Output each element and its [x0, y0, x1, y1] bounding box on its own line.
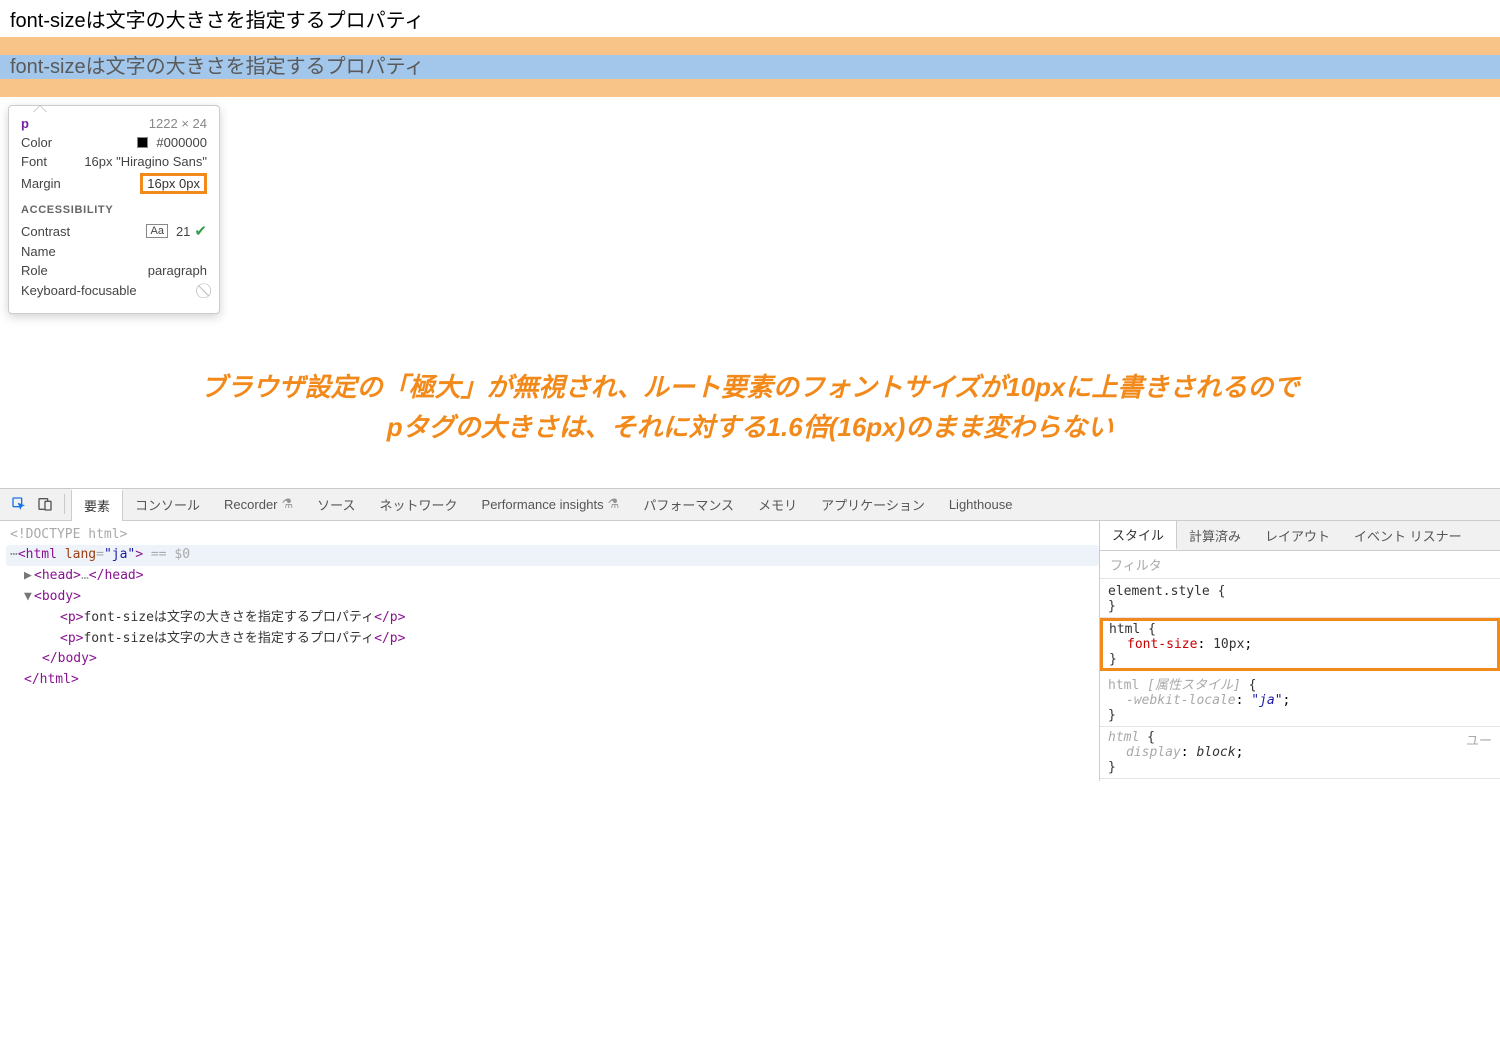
flask-icon: ⚗ [282, 496, 294, 512]
tooltip-font-value: 16px "Hiragino Sans" [84, 154, 207, 169]
tab-performance[interactable]: パフォーマンス [631, 488, 746, 520]
tooltip-margin-value: 16px 0px [140, 173, 207, 194]
dom-node-p2[interactable]: <p>font-sizeは文字の大きさを指定するプロパティ</p> [6, 629, 1099, 650]
tooltip-contrast-value: 21 [176, 224, 190, 239]
ellipsis-icon[interactable]: ⋯ [10, 547, 18, 562]
tooltip-accessibility-header: ACCESSIBILITY [21, 204, 207, 216]
tooltip-focusable-label: Keyboard-focusable [21, 283, 137, 298]
style-rule-html-fontsize[interactable]: html { font-size: 10px; } [1100, 618, 1500, 671]
tab-memory[interactable]: メモリ [746, 488, 809, 520]
tab-lighthouse[interactable]: Lighthouse [937, 488, 1025, 520]
styles-tab-layout[interactable]: レイアウト [1253, 521, 1342, 550]
styles-tab-computed[interactable]: 計算済み [1177, 521, 1253, 550]
devtools-tab-bar: 要素 コンソール Recorder⚗ ソース ネットワーク Performanc… [0, 489, 1500, 521]
tooltip-color-value: #000000 [156, 135, 207, 150]
rendered-paragraph-2-highlight: font-sizeは文字の大きさを指定するプロパティ [0, 55, 1500, 79]
tab-elements[interactable]: 要素 [71, 489, 123, 521]
styles-filter-input[interactable]: フィルタ [1100, 551, 1500, 579]
device-toggle-icon[interactable] [32, 491, 58, 517]
rendered-paragraph-1: font-sizeは文字の大きさを指定するプロパティ [0, 0, 1500, 37]
style-rule-html-display[interactable]: ユー html { display: block; } [1100, 727, 1500, 779]
check-icon: ✔ [194, 222, 207, 240]
dom-doctype: <!DOCTYPE html> [10, 527, 127, 542]
expand-icon[interactable]: ▶ [24, 566, 34, 587]
styles-tab-listeners[interactable]: イベント リスナー [1342, 521, 1474, 550]
flask-icon: ⚗ [608, 496, 620, 512]
tooltip-tag: p [21, 116, 29, 131]
collapse-icon[interactable]: ▼ [24, 587, 34, 608]
color-swatch-icon [137, 137, 148, 148]
tooltip-name-label: Name [21, 244, 56, 259]
contrast-aa-icon: Aa [146, 224, 167, 238]
dom-node-body-close[interactable]: </body> [6, 649, 1099, 670]
dom-node-head[interactable]: ▶<head>…</head> [6, 566, 1099, 587]
tooltip-margin-label: Margin [21, 176, 61, 191]
rule-origin: ユー [1466, 730, 1492, 749]
tab-performance-insights[interactable]: Performance insights⚗ [470, 488, 632, 520]
margin-overlay-bottom [0, 79, 1500, 97]
dom-node-html[interactable]: ⋯<html lang="ja"> == $0 [6, 545, 1099, 566]
tooltip-contrast-label: Contrast [21, 224, 70, 239]
tab-recorder[interactable]: Recorder⚗ [212, 488, 305, 520]
style-rule-html-locale[interactable]: html [属性スタイル] { -webkit-locale: "ja"; } [1100, 671, 1500, 727]
tab-console[interactable]: コンソール [123, 488, 212, 520]
tooltip-role-value: paragraph [148, 263, 207, 278]
style-rule-element[interactable]: element.style { } [1100, 581, 1500, 618]
dom-node-body[interactable]: ▼<body> [6, 587, 1099, 608]
tooltip-font-label: Font [21, 154, 47, 169]
devtools-panel: 要素 コンソール Recorder⚗ ソース ネットワーク Performanc… [0, 488, 1500, 781]
styles-pane: スタイル 計算済み レイアウト イベント リスナー フィルタ element.s… [1100, 521, 1500, 781]
dom-tree[interactable]: <!DOCTYPE html> ⋯<html lang="ja"> == $0 … [0, 521, 1100, 781]
tab-application[interactable]: アプリケーション [809, 488, 937, 520]
styles-tab-styles[interactable]: スタイル [1100, 521, 1177, 550]
tooltip-dimensions: 1222 × 24 [149, 116, 207, 131]
tab-network[interactable]: ネットワーク [368, 488, 470, 520]
tooltip-role-label: Role [21, 263, 48, 278]
margin-overlay-top [0, 37, 1500, 55]
dom-node-html-close[interactable]: </html> [6, 670, 1099, 691]
element-inspect-tooltip: p 1222 × 24 Color #000000 Font 16px "Hir… [8, 105, 220, 314]
dom-node-p1[interactable]: <p>font-sizeは文字の大きさを指定するプロパティ</p> [6, 608, 1099, 629]
tab-sources[interactable]: ソース [305, 488, 367, 520]
tooltip-color-label: Color [21, 135, 52, 150]
annotation-text: ブラウザ設定の「極大」が無視され、ルート要素のフォントサイズが10pxに上書きさ… [0, 367, 1500, 448]
inspect-icon[interactable] [6, 491, 32, 517]
